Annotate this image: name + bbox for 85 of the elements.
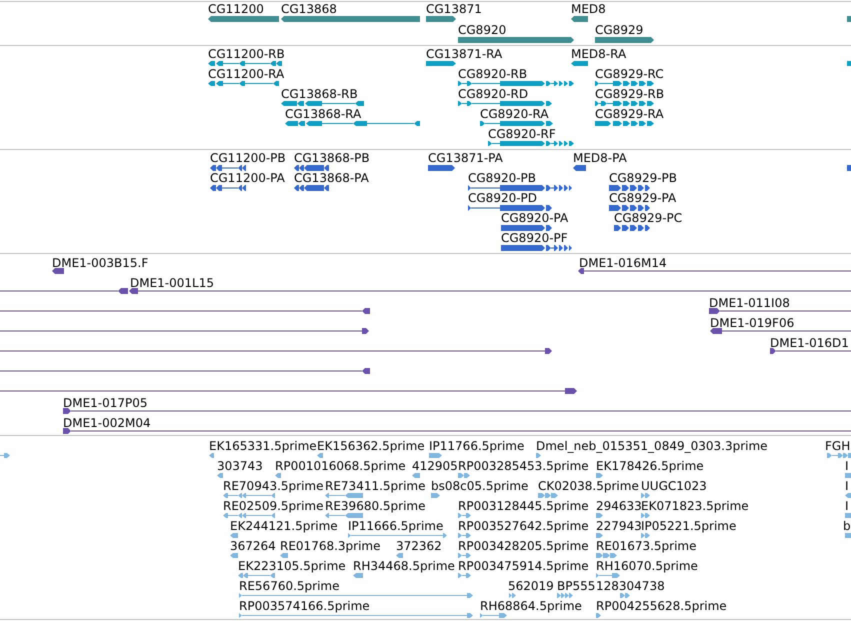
feature-label: RE56760.5prime xyxy=(239,579,340,593)
feature-label: RE70943.5prime xyxy=(223,479,324,493)
feature-label: RE01673.5prime xyxy=(596,539,696,553)
feature-label: MED8-RA xyxy=(571,47,626,61)
feature-label: BP555 xyxy=(557,579,596,593)
feature-label: CG8920-RF xyxy=(488,127,556,141)
feature-label: RP003428205.5prime xyxy=(458,539,589,553)
feature-label: RE73411.5prime xyxy=(325,479,426,493)
feature-label: RP003527642.5prime xyxy=(458,519,589,533)
feature-label: CG11200 xyxy=(208,2,264,16)
feature-label: CK02038.5prime xyxy=(538,479,639,493)
feature-label: RE39680.5prime xyxy=(325,499,426,513)
feature-label: EK156362.5prime xyxy=(317,439,425,453)
feature-label: IP11766.5prime xyxy=(429,439,524,453)
feature-label: 367264 xyxy=(230,539,276,553)
feature-label: RP003285453.5prime xyxy=(458,459,589,473)
feature-label: DME1-011I08 xyxy=(709,296,790,310)
feature-label: bs08c05.5prime xyxy=(431,479,528,493)
feature-label: RP003475914.5prime xyxy=(458,559,589,573)
feature-label: I xyxy=(845,459,849,473)
feature-label: Dmel_neb_015351_0849_0303.3prime xyxy=(536,439,768,453)
feature-label: CG8920-RB xyxy=(458,67,528,81)
feature-label: 372362 xyxy=(396,539,442,553)
feature-label: EK071823.5prime xyxy=(641,499,749,513)
feature-label: CG8929-PC xyxy=(614,211,682,225)
feature-label: EK178426.5prime xyxy=(596,459,704,473)
feature-label: RH68864.5prime xyxy=(480,599,582,613)
feature-label: CG11200-PB xyxy=(210,151,286,165)
feature-label: CG11200-RB xyxy=(208,47,285,61)
feature-label: EK165331.5prime xyxy=(209,439,317,453)
feature-label: I xyxy=(845,499,849,513)
feature-label: CG13868-PA xyxy=(294,171,369,185)
feature-label: CG11200-RA xyxy=(208,67,284,81)
feature-label: CG8929-RB xyxy=(595,87,664,101)
feature-label: DME1-016M14 xyxy=(579,256,667,270)
feature-label: RE01768.3prime xyxy=(280,539,380,553)
feature-label: IP11666.5prime xyxy=(348,519,444,533)
feature-label: DME1-001L15 xyxy=(130,276,214,290)
feature-label: 294633 xyxy=(596,499,642,513)
feature-label: IP05221.5prime xyxy=(641,519,736,533)
feature-label: CG13871-PA xyxy=(428,151,503,165)
feature-label: b xyxy=(843,519,851,533)
feature-label: RH16070.5prime xyxy=(596,559,698,573)
feature-label: DME1-002M04 xyxy=(63,416,151,430)
feature-label: I xyxy=(845,479,849,493)
feature-label: 303743 xyxy=(217,459,263,473)
feature-label: CG8920-PD xyxy=(468,191,538,205)
feature-label: CG8929-PA xyxy=(609,191,676,205)
feature-label: CG8920-RA xyxy=(480,107,549,121)
feature-label: DME1-016D1 xyxy=(770,336,849,350)
feature-label: 227943 xyxy=(596,519,642,533)
feature-label: CG13868 xyxy=(281,2,337,16)
feature-label: UUGC1023 xyxy=(641,479,707,493)
feature-label: CG8920-PA xyxy=(501,211,568,225)
feature-label: CG8920 xyxy=(458,23,506,37)
feature-label: EK244121.5prime xyxy=(230,519,338,533)
feature-label: MED8-PA xyxy=(573,151,627,165)
feature-label: FGH xyxy=(825,439,850,453)
feature-label: CG11200-PA xyxy=(210,171,285,185)
feature-label: MED8 xyxy=(571,2,606,16)
feature-label: RP004255628.5prime xyxy=(596,599,727,613)
feature-label: RP001016068.5prime xyxy=(275,459,406,473)
feature-label: CG8920-RD xyxy=(458,87,528,101)
feature-label: RP003574166.5prime xyxy=(239,599,370,613)
feature-label: CG8929-PB xyxy=(609,171,678,185)
feature-label: CG8920-PB xyxy=(468,171,536,185)
feature-label: CG13868-PB xyxy=(294,151,370,165)
feature-label: CG8929-RA xyxy=(595,107,664,121)
feature-label: CG13871 xyxy=(426,2,482,16)
feature-label: RH34468.5prime xyxy=(353,559,455,573)
feature-label: 562019 xyxy=(508,579,554,593)
feature-label: CG8929 xyxy=(595,23,644,37)
feature-label: CG8929-RC xyxy=(595,67,664,81)
feature-label: DME1-017P05 xyxy=(63,396,148,410)
feature-label: CG13868-RB xyxy=(281,87,358,101)
feature-label: CG13868-RA xyxy=(285,107,362,121)
feature-label: CG13871-RA xyxy=(426,47,502,61)
feature-label: EK223105.5prime xyxy=(238,559,346,573)
feature-label: DME1-019F06 xyxy=(710,316,794,330)
feature-label: DME1-003B15.F xyxy=(52,256,148,270)
feature-label: CG8920-PF xyxy=(501,231,568,245)
feature-label: RE02509.5prime xyxy=(223,499,324,513)
feature-label: 412905 xyxy=(412,459,458,473)
feature-label: 128304738 xyxy=(596,579,665,593)
feature-label: RP003128445.5prime xyxy=(458,499,589,513)
